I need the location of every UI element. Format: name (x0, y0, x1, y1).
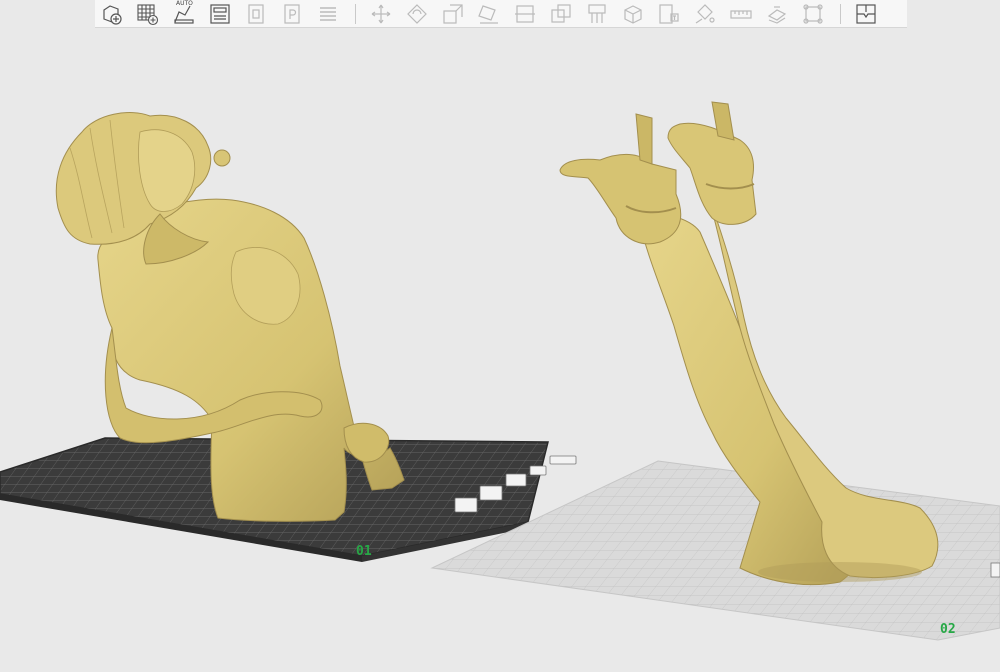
3d-viewport[interactable]: 01 02 (0, 28, 1000, 668)
toolbar-separator (355, 3, 356, 24)
auto-arrange-icon[interactable]: AUTO (171, 0, 197, 27)
paint-icon[interactable] (692, 1, 718, 27)
auto-label: AUTO (176, 0, 193, 7)
rotate-icon[interactable] (404, 1, 430, 27)
plate-settings-icon[interactable] (207, 1, 233, 27)
layers-icon[interactable] (315, 1, 341, 27)
measure-icon[interactable] (728, 1, 754, 27)
plate-p-icon[interactable] (279, 1, 305, 27)
text-emboss-icon[interactable] (656, 1, 682, 27)
orient-icon[interactable] (243, 1, 269, 27)
scale-icon[interactable] (440, 1, 466, 27)
resize-frame-icon[interactable] (800, 1, 826, 27)
box-icon[interactable] (620, 1, 646, 27)
toolbar-separator (840, 3, 841, 24)
main-toolbar: AUTO (95, 0, 907, 28)
grid-layout-icon[interactable] (135, 1, 161, 27)
cut-icon[interactable] (512, 1, 538, 27)
plate-02-side-button[interactable] (990, 562, 1000, 578)
scene-svg (0, 101, 1000, 641)
split-parts-icon[interactable] (853, 1, 879, 27)
assembly-icon[interactable] (764, 1, 790, 27)
plate-label-02: 02 (940, 622, 956, 637)
plate-label-01: 01 (356, 544, 372, 559)
add-plate-icon[interactable] (99, 1, 125, 27)
supports-icon[interactable] (584, 1, 610, 27)
lay-on-face-icon[interactable] (476, 1, 502, 27)
move-icon[interactable] (368, 1, 394, 27)
boolean-icon[interactable] (548, 1, 574, 27)
